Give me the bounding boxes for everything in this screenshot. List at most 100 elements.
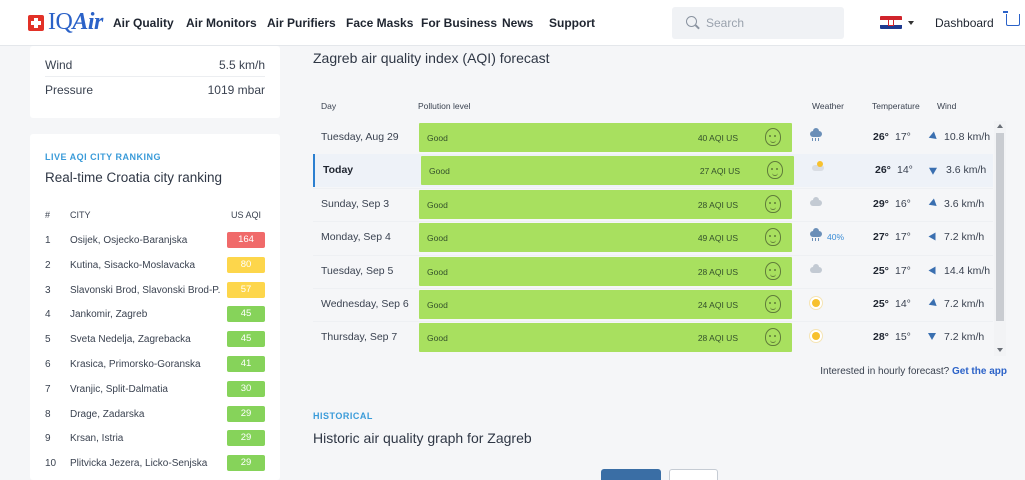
ranking-number: 10: [45, 458, 57, 470]
top-nav: IQAir Air Quality Air Monitors Air Purif…: [0, 0, 1025, 46]
nav-link-news[interactable]: News: [502, 16, 533, 30]
ranking-row[interactable]: 2 Kutina, Sisacko-Moslavacka 80: [45, 256, 265, 274]
scroll-up-icon[interactable]: [997, 124, 1003, 128]
forecast-table[interactable]: Tuesday, Aug 29 Good 40 AQI US 26° 17° 10.8 k…: [313, 121, 993, 356]
ranking-city[interactable]: Osijek, Osjecko-Baranjska: [70, 235, 220, 246]
temperature-high: 27°: [873, 231, 889, 244]
ranking-number: 1: [45, 235, 51, 246]
ranking-number: 8: [45, 408, 51, 420]
aqi-badge: 57: [227, 281, 265, 298]
wind-speed: 14.4 km/h: [944, 264, 991, 277]
forecast-day: Sunday, Sep 3: [321, 197, 390, 210]
croatia-flag-icon[interactable]: [880, 16, 902, 29]
aqi-badge: 41: [227, 356, 265, 372]
nav-link-support[interactable]: Support: [549, 16, 595, 30]
ranking-col-aqi: US AQI: [231, 210, 262, 220]
temperature-low: 17°: [895, 131, 911, 143]
face-icon: [765, 128, 781, 146]
ranking-city[interactable]: Vranjic, Split-Dalmatia: [70, 384, 220, 395]
forecast-row[interactable]: Thursday, Sep 7 Good 28 AQI US 28° 15° 7.2 km…: [313, 321, 993, 354]
divider: [45, 76, 265, 77]
ranking-city[interactable]: Drage, Zadarska: [70, 409, 220, 420]
search-box[interactable]: [672, 7, 844, 39]
forecast-col-day: Day: [321, 101, 337, 111]
temperature-high: 26°: [875, 164, 891, 177]
wind-speed: 7.2 km/h: [944, 298, 985, 310]
pollution-level-bar: Good 27 AQI US: [421, 156, 794, 186]
temperature-high: 29°: [873, 197, 889, 210]
historical-kicker: HISTORICAL: [313, 411, 373, 421]
pollution-level-label: Good: [427, 233, 448, 244]
forecast-row[interactable]: Sunday, Sep 3 Good 28 AQI US 29° 16° 3.6 km/h: [313, 188, 993, 221]
forecast-col-weather: Weather: [812, 101, 844, 111]
forecast-aqi-value: 40 AQI US: [697, 133, 738, 143]
forecast-row[interactable]: Today Good 27 AQI US 26° 14° 3.6 km/h: [313, 154, 993, 188]
dashboard-link[interactable]: Dashboard: [935, 16, 994, 30]
temperature-low: 14°: [897, 164, 913, 177]
forecast-col-pollution: Pollution level: [418, 101, 471, 111]
ranking-row[interactable]: 4 Jankomir, Zagreb 45: [45, 305, 265, 323]
search-input[interactable]: [706, 14, 826, 32]
temperature-high: 26°: [873, 131, 889, 143]
search-icon: [686, 16, 697, 27]
nav-link-air-purifiers[interactable]: Air Purifiers: [267, 16, 336, 30]
ranking-number: 2: [45, 259, 51, 271]
ranking-row[interactable]: 8 Drage, Zadarska 29: [45, 405, 265, 423]
ranking-city[interactable]: Slavonski Brod, Slavonski Brod-P...: [70, 285, 220, 296]
rain-icon: [810, 128, 822, 141]
ranking-city[interactable]: Kutina, Sisacko-Moslavacka: [70, 260, 220, 271]
wind-direction-icon: [928, 164, 940, 176]
nav-link-air-monitors[interactable]: Air Monitors: [186, 16, 257, 30]
sunny-icon: [812, 299, 820, 307]
ranking-city[interactable]: Plitvicka Jezera, Licko-Senjska: [70, 458, 220, 469]
temperature-high: 25°: [873, 264, 889, 277]
forecast-row[interactable]: Wednesday, Sep 6 Good 24 AQI US 25° 14° 7.2 k…: [313, 288, 993, 321]
face-icon: [765, 261, 781, 280]
ranking-number: 6: [45, 359, 51, 370]
ranking-col-num: #: [45, 210, 51, 220]
ranking-row[interactable]: 5 Sveta Nedelja, Zagrebacka 45: [45, 330, 265, 348]
nav-link-face-masks[interactable]: Face Masks: [346, 16, 413, 30]
forecast-aqi-value: 28 AQI US: [697, 266, 738, 277]
ranking-city[interactable]: Krsan, Istria: [70, 433, 220, 444]
pollution-level-bar: Good 28 AQI US: [419, 256, 792, 286]
ranking-row[interactable]: 3 Slavonski Brod, Slavonski Brod-P... 57: [45, 281, 265, 299]
wind-speed: 10.8 km/h: [944, 131, 991, 143]
face-icon: [765, 295, 781, 313]
ranking-number: 4: [45, 309, 51, 321]
ranking-col-city: CITY: [70, 210, 91, 220]
nav-link-for-business[interactable]: For Business: [421, 16, 497, 30]
wind-direction-icon: [927, 131, 937, 142]
pollution-level-label: Good: [427, 266, 448, 277]
ranking-city[interactable]: Jankomir, Zagreb: [70, 309, 220, 320]
scroll-thumb[interactable]: [996, 133, 1004, 321]
historical-tab-active[interactable]: [601, 469, 661, 480]
ranking-city[interactable]: Sveta Nedelja, Zagrebacka: [70, 334, 220, 345]
chevron-down-icon[interactable]: [908, 21, 914, 25]
forecast-aqi-value: 27 AQI US: [699, 166, 740, 177]
ranking-row[interactable]: 10 Plitvicka Jezera, Licko-Senjska 29: [45, 454, 265, 472]
ranking-row[interactable]: 7 Vranjic, Split-Dalmatia 30: [45, 380, 265, 398]
ranking-title: Real-time Croatia city ranking: [45, 170, 223, 185]
forecast-row[interactable]: Monday, Sep 4 Good 49 AQI US 40% 27° 17° 7.2 k…: [313, 221, 993, 254]
cart-icon[interactable]: [1003, 11, 1020, 26]
pollution-level-label: Good: [427, 333, 448, 344]
ranking-row[interactable]: 6 Krasica, Primorsko-Goranska 41: [45, 355, 265, 373]
iqair-logo[interactable]: IQAir: [28, 9, 103, 36]
nav-link-air-quality[interactable]: Air Quality: [113, 16, 174, 30]
face-icon: [767, 161, 783, 180]
ranking-number: 5: [45, 334, 51, 346]
temperature-low: 17°: [895, 264, 911, 277]
weather-details-card: Wind 5.5 km/h Pressure 1019 mbar: [30, 46, 280, 118]
get-the-app-link[interactable]: Get the app: [952, 366, 1007, 377]
aqi-badge: 45: [227, 331, 265, 348]
ranking-city[interactable]: Krasica, Primorsko-Goranska: [70, 359, 220, 370]
forecast-scrollbar[interactable]: [994, 121, 1006, 356]
ranking-kicker: LIVE AQI CITY RANKING: [45, 152, 162, 162]
forecast-row[interactable]: Tuesday, Aug 29 Good 40 AQI US 26° 17° 10.8 k…: [313, 121, 993, 154]
ranking-row[interactable]: 1 Osijek, Osjecko-Baranjska 164: [45, 231, 265, 249]
ranking-row[interactable]: 9 Krsan, Istria 29: [45, 429, 265, 447]
historical-tab-inactive[interactable]: [669, 469, 718, 480]
forecast-row[interactable]: Tuesday, Sep 5 Good 28 AQI US 25° 17° 14.4 km…: [313, 255, 993, 288]
scroll-down-icon[interactable]: [997, 348, 1003, 352]
